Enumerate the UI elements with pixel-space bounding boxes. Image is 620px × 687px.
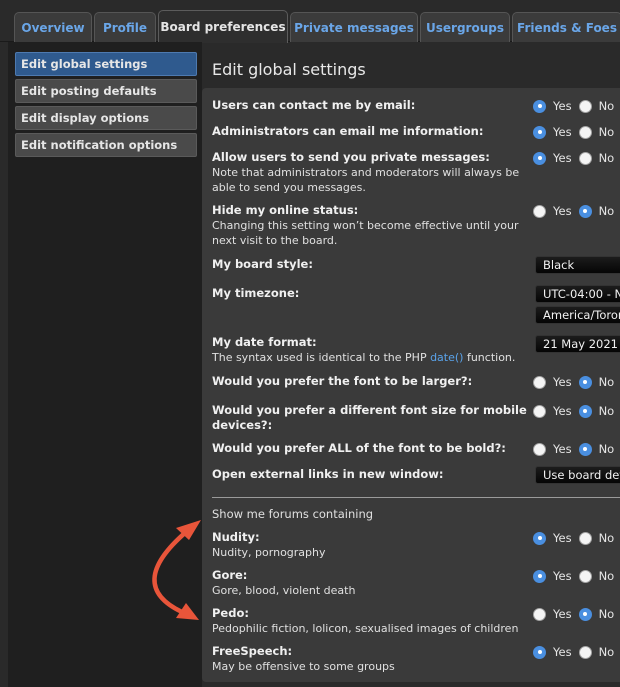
font-bold-yes-radio[interactable]: [533, 442, 546, 456]
date-format-select[interactable]: 21 May 2021: [535, 335, 620, 353]
nudity-no-radio[interactable]: [578, 531, 592, 545]
gore-yes-radio[interactable]: [533, 569, 546, 583]
nav-edit-notification-options[interactable]: Edit notification options: [15, 133, 197, 157]
nav-edit-global-settings[interactable]: Edit global settings: [15, 52, 197, 76]
font-larger-no-radio[interactable]: [578, 375, 592, 389]
setting-font-larger: Would you prefer the font to be larger?:: [212, 374, 473, 388]
tab-bar: Overview Profile Board preferences Priva…: [0, 0, 620, 43]
setting-font-mobile: Would you prefer a different font size f…: [212, 403, 527, 432]
setting-board-style: My board style:: [212, 257, 313, 271]
hide-online-radios: Yes No: [533, 204, 614, 218]
nav-edit-display-options[interactable]: Edit display options: [15, 106, 197, 130]
allow-pm-yes-radio[interactable]: [533, 151, 546, 165]
tab-overview[interactable]: Overview: [14, 12, 92, 42]
font-bold-radios: Yes No: [533, 442, 614, 456]
pedo-no-radio[interactable]: [578, 607, 592, 621]
nudity-yes-radio[interactable]: [533, 531, 546, 545]
font-bold-no-radio[interactable]: [578, 442, 592, 456]
font-larger-radios: Yes No: [533, 375, 614, 389]
tab-private-messages[interactable]: Private messages: [290, 12, 418, 42]
timezone-offset-select[interactable]: UTC-04:00 - N: [535, 285, 620, 303]
freespeech-radios: Yes No: [533, 645, 614, 659]
tab-friends-foes[interactable]: Friends & Foes: [512, 12, 620, 42]
forum-filter-gore: Gore: Gore, blood, violent death: [212, 568, 356, 597]
font-larger-yes-radio[interactable]: [533, 375, 546, 389]
setting-contact-email: Users can contact me by email:: [212, 98, 527, 113]
nav-edit-posting-defaults[interactable]: Edit posting defaults: [15, 79, 197, 103]
allow-pm-no-radio[interactable]: [578, 151, 592, 165]
allow-pm-radios: Yes No: [533, 151, 614, 165]
external-links-select[interactable]: Use board def: [535, 466, 620, 484]
tab-profile[interactable]: Profile: [94, 12, 156, 42]
board-style-select[interactable]: Black: [535, 256, 620, 274]
setting-allow-pm: Allow users to send you private messages…: [212, 150, 520, 194]
setting-hide-online: Hide my online status: Changing this set…: [212, 203, 519, 247]
tab-usergroups[interactable]: Usergroups: [420, 12, 510, 42]
font-mobile-yes-radio[interactable]: [533, 404, 546, 418]
font-mobile-radios: Yes No: [533, 404, 614, 418]
contact-email-radios: Yes No: [533, 99, 614, 113]
php-date-link[interactable]: date(): [430, 351, 463, 364]
freespeech-yes-radio[interactable]: [533, 645, 546, 659]
pedo-radios: Yes No: [533, 607, 614, 621]
hide-online-yes-radio[interactable]: [533, 204, 546, 218]
page-title: Edit global settings: [212, 60, 366, 79]
timezone-region-select[interactable]: America/Toron: [535, 306, 620, 324]
setting-date-format: My date format: The syntax used is ident…: [212, 335, 516, 364]
pedo-yes-radio[interactable]: [533, 607, 546, 621]
admin-email-radios: Yes No: [533, 125, 614, 139]
divider: [212, 497, 620, 498]
setting-font-bold: Would you prefer ALL of the font to be b…: [212, 441, 506, 455]
setting-timezone: My timezone:: [212, 286, 300, 300]
contact-email-no-radio[interactable]: [578, 99, 592, 113]
forum-filter-pedo: Pedo: Pedophilic fiction, lolicon, sexua…: [212, 606, 519, 635]
contact-email-yes-radio[interactable]: [533, 99, 546, 113]
setting-label: Users can contact me by email:: [212, 98, 416, 112]
hide-online-no-radio[interactable]: [578, 204, 592, 218]
gore-no-radio[interactable]: [578, 569, 592, 583]
forum-filter-freespeech: FreeSpeech: May be offensive to some gro…: [212, 644, 395, 673]
nudity-radios: Yes No: [533, 531, 614, 545]
admin-email-yes-radio[interactable]: [533, 125, 546, 139]
forum-filter-nudity: Nudity: Nudity, pornography: [212, 530, 326, 559]
freespeech-no-radio[interactable]: [578, 645, 592, 659]
setting-external-links: Open external links in new window:: [212, 467, 444, 481]
tab-board-preferences[interactable]: Board preferences: [158, 10, 288, 43]
forums-heading: Show me forums containing: [212, 507, 374, 521]
font-mobile-no-radio[interactable]: [578, 404, 592, 418]
admin-email-no-radio[interactable]: [578, 125, 592, 139]
gore-radios: Yes No: [533, 569, 614, 583]
setting-admin-email: Administrators can email me information:: [212, 124, 484, 138]
